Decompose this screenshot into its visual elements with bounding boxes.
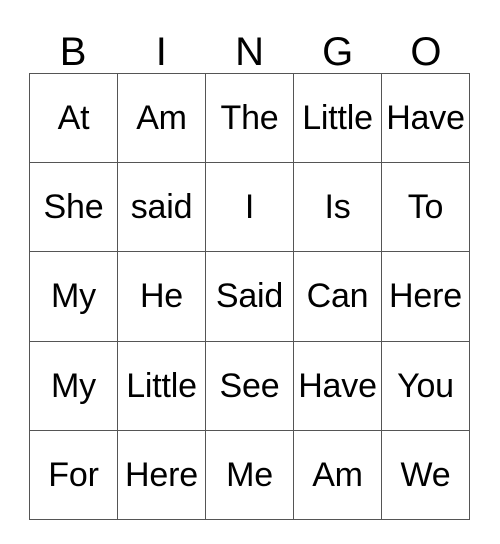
bingo-cell-label: Said [215, 277, 284, 316]
bingo-cell-o3[interactable]: Here [381, 251, 470, 342]
bingo-cell-label: We [400, 455, 451, 494]
bingo-cell-i3[interactable]: He [117, 251, 206, 342]
bingo-cell-label: said [130, 188, 193, 227]
bingo-cell-label: For [48, 455, 99, 494]
bingo-cell-b2[interactable]: She [29, 162, 118, 253]
bingo-row-4: My Little See Have You [29, 340, 470, 431]
bingo-cell-b5[interactable]: For [29, 429, 118, 520]
bingo-header-letter-g: G [322, 30, 354, 74]
bingo-cell-label: She [43, 188, 104, 227]
bingo-cell-i4[interactable]: Little [117, 340, 206, 431]
bingo-cell-o2[interactable]: To [381, 162, 470, 253]
bingo-cell-label: My [51, 366, 96, 405]
bingo-cell-label: Little [302, 99, 373, 138]
bingo-cell-label: Have [386, 99, 465, 138]
bingo-cell-label: I [244, 188, 255, 227]
bingo-header-letter-n: N [235, 30, 264, 74]
bingo-cell-n2[interactable]: I [205, 162, 294, 253]
bingo-row-2: She said I Is To [29, 162, 470, 253]
bingo-cell-label: Here [389, 277, 462, 316]
bingo-cell-b4[interactable]: My [29, 340, 118, 431]
bingo-cell-g1[interactable]: Little [293, 72, 382, 164]
bingo-cell-label: Am [136, 99, 187, 138]
bingo-cell-label: To [407, 188, 444, 227]
bingo-cell-b3[interactable]: My [29, 251, 118, 342]
bingo-cell-i1[interactable]: Am [117, 72, 206, 164]
bingo-header-letter-b: B [59, 30, 87, 74]
bingo-cell-i2[interactable]: said [117, 162, 206, 253]
bingo-row-1: At Am The Little Have [29, 72, 470, 164]
bingo-cell-label: See [219, 366, 280, 405]
bingo-cell-label: At [57, 99, 90, 138]
bingo-row-5: For Here Me Am We [29, 429, 470, 520]
bingo-cell-label: Am [312, 455, 363, 494]
bingo-cell-n1[interactable]: The [205, 72, 294, 164]
bingo-cell-n5[interactable]: Me [205, 429, 294, 520]
bingo-header-row: B I N G O [29, 22, 470, 73]
bingo-cell-o4[interactable]: You [381, 340, 470, 431]
bingo-cell-n3[interactable]: Said [205, 251, 294, 342]
bingo-cell-o5[interactable]: We [381, 429, 470, 520]
bingo-cell-i5[interactable]: Here [117, 429, 206, 520]
bingo-cell-label: You [397, 366, 454, 405]
bingo-cell-label: The [220, 99, 279, 138]
bingo-cell-label: Me [226, 455, 273, 494]
bingo-cell-n4[interactable]: See [205, 340, 294, 431]
bingo-header-letter-i: I [155, 30, 167, 74]
bingo-cell-label: Here [125, 455, 198, 494]
bingo-cell-label: Little [126, 366, 197, 405]
bingo-cell-label: Have [298, 366, 377, 405]
bingo-card: B I N G O At Am The Little Have She said… [0, 0, 500, 544]
bingo-cell-o1[interactable]: Have [381, 72, 470, 164]
bingo-row-3: My He Said Can Here [29, 251, 470, 342]
bingo-cell-g5[interactable]: Am [293, 429, 382, 520]
bingo-cell-g3[interactable]: Can [293, 251, 382, 342]
bingo-cell-g2[interactable]: Is [293, 162, 382, 253]
bingo-cell-label: Is [324, 188, 351, 227]
bingo-cell-label: Can [306, 277, 369, 316]
bingo-header-letter-o: O [410, 30, 442, 74]
bingo-grid: At Am The Little Have She said I Is To M… [29, 72, 470, 520]
bingo-cell-label: My [51, 277, 96, 316]
bingo-cell-b1[interactable]: At [29, 72, 118, 164]
bingo-cell-g4[interactable]: Have [293, 340, 382, 431]
bingo-cell-label: He [139, 277, 184, 316]
